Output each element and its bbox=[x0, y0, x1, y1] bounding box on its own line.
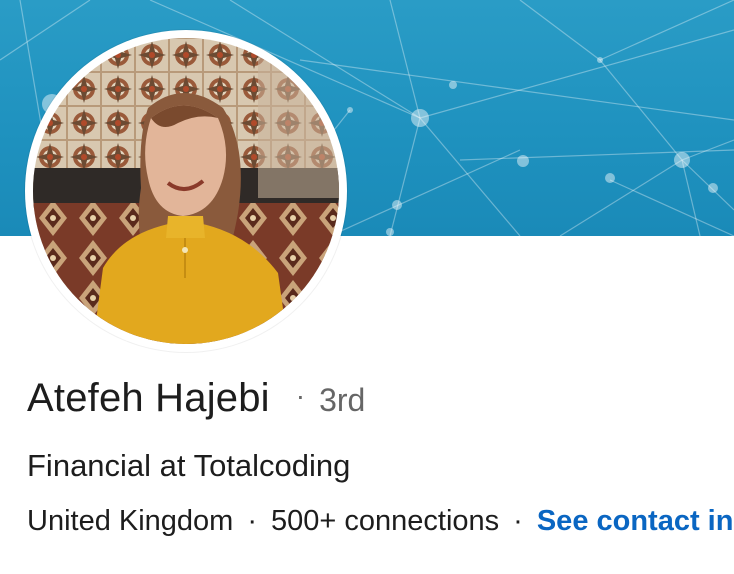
profile-headline: Financial at Totalcoding bbox=[27, 448, 351, 483]
meta-separator-2: · bbox=[513, 505, 523, 537]
avatar[interactable] bbox=[25, 30, 347, 352]
profile-meta-row: United Kingdom · 500+ connections · See … bbox=[27, 505, 734, 538]
see-contact-info-link[interactable]: See contact info bbox=[537, 505, 734, 538]
profile-name: Atefeh Hajebi bbox=[27, 376, 270, 420]
name-separator: · bbox=[295, 380, 306, 411]
profile-card: Atefeh Hajebi · 3rd Financial at Totalco… bbox=[0, 0, 734, 574]
meta-separator-1: · bbox=[247, 505, 258, 537]
name-row: Atefeh Hajebi · 3rd bbox=[27, 376, 365, 421]
profile-location: United Kingdom bbox=[27, 505, 234, 537]
connections-count[interactable]: 500+ connections bbox=[271, 505, 499, 538]
connection-degree-badge: 3rd bbox=[319, 382, 366, 418]
profile-photo-icon bbox=[33, 38, 339, 344]
